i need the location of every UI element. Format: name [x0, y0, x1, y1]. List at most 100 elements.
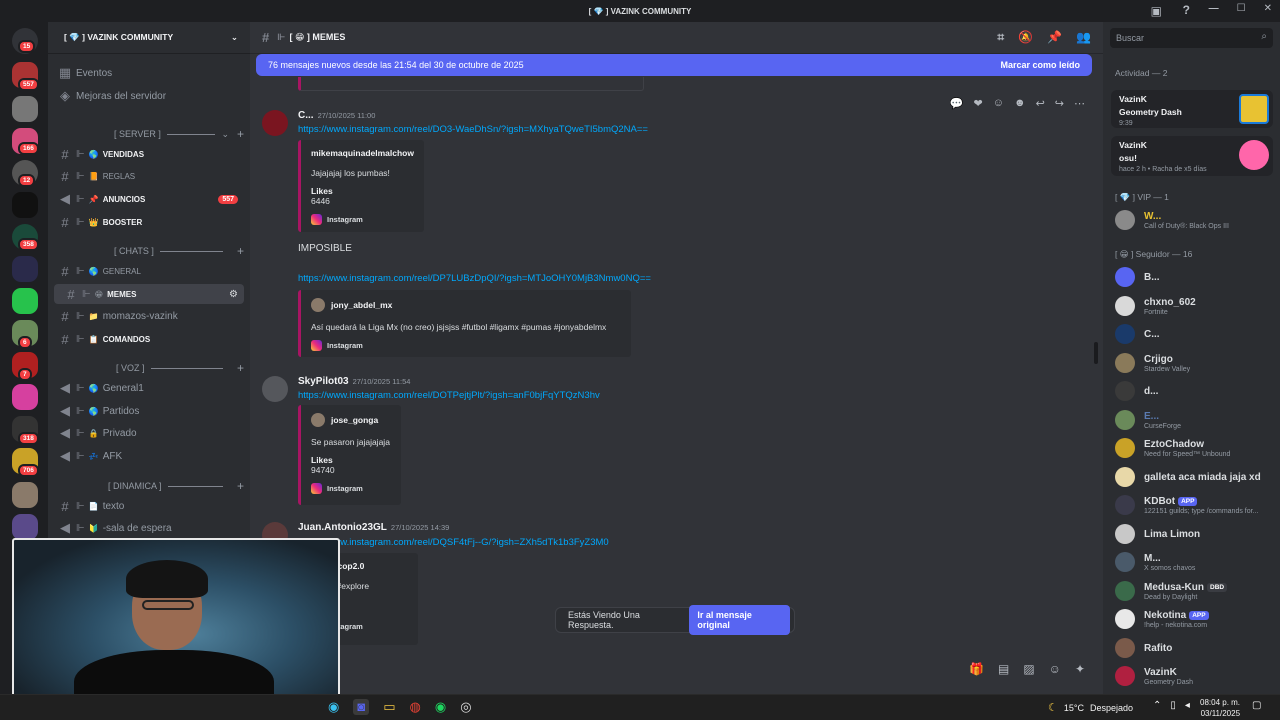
heart-icon[interactable]: ❤ — [974, 97, 983, 110]
minimize-icon[interactable]: — — [1209, 3, 1219, 14]
category-chats[interactable]: [ CHATS ] + — [58, 243, 244, 259]
network-icon[interactable]: ▯ — [1170, 700, 1176, 711]
emoji-picker-icon[interactable]: ☺ — [1049, 662, 1061, 676]
channel-texto[interactable]: # ⊩ 📄 texto — [48, 496, 250, 516]
add-channel-icon[interactable]: + — [237, 127, 244, 141]
sidebar-item-boosts[interactable]: ◈ Mejoras del servidor — [48, 86, 250, 106]
embed-author[interactable]: jose_gonga — [331, 415, 378, 425]
forward-icon[interactable]: ↪ — [1055, 97, 1064, 110]
channel-vendidas[interactable]: # ⊩ 🌎 VENDIDAS — [48, 144, 250, 164]
system-clock[interactable]: 08:04 p. m. 03/11/2025 — [1200, 697, 1240, 719]
reaction-icon[interactable]: 💬 — [950, 97, 964, 110]
scrollbar[interactable] — [1094, 342, 1098, 364]
guild-icon[interactable] — [12, 514, 38, 540]
maximize-icon[interactable]: ☐ — [1237, 3, 1246, 14]
member-item[interactable]: M... X somos chavos — [1115, 550, 1275, 574]
add-reaction-icon[interactable]: ☻ — [1014, 97, 1026, 110]
channel-comandos[interactable]: # ⊩ 📋 COMANDOS — [48, 329, 250, 349]
voice-channel-partidos[interactable]: ◀ ⊩ 🌎 Partidos — [48, 401, 250, 421]
chrome-icon[interactable]: ◍ — [410, 699, 421, 715]
member-item[interactable]: KDBot APP 122151 guilds; type /commands fo… — [1115, 493, 1275, 517]
gift-icon[interactable]: 🎁 — [969, 662, 984, 676]
embed-author[interactable]: mikemaquinadelmalchow — [311, 148, 414, 158]
channel-memes[interactable]: # ⊩ 😁 MEMES ⚙ — [54, 284, 244, 304]
member-item[interactable]: chxno_602 Fortnite — [1115, 294, 1275, 318]
category-voz[interactable]: [ VOZ ] + — [58, 360, 244, 376]
message-link[interactable]: https://www.instagram.com/reel/DP7LUBzDp… — [298, 273, 651, 284]
activity-card[interactable]: VazinK osu! hace 2 h • Racha de x5 días — [1111, 136, 1273, 176]
channel-general[interactable]: # ⊩ 🌎 GENERAL — [48, 261, 250, 281]
edge-icon[interactable]: ◉ — [328, 699, 339, 715]
message-author[interactable]: SkyPilot03 27/10/2025 11:54 — [298, 376, 410, 387]
new-messages-bar[interactable]: 76 mensajes nuevos desde las 21:54 del 3… — [256, 54, 1092, 76]
mark-as-read-button[interactable]: Marcar como leído — [1000, 60, 1080, 70]
channel-anuncios[interactable]: ◀ ⊩ 📌 ANUNCIOS 557 — [48, 189, 250, 209]
message-link[interactable]: https://www.instagram.com/reel/DOTPejtjP… — [298, 390, 600, 401]
add-channel-icon[interactable]: + — [237, 361, 244, 375]
voice-channel-sala-de-espera[interactable]: ◀ ⊩ 🔰 -sala de espera — [48, 518, 250, 538]
channel-reglas[interactable]: # ⊩ 📙 REGLAS — [48, 166, 250, 186]
channel-booster[interactable]: # ⊩ 👑 BOOSTER — [48, 212, 250, 232]
guild-icon[interactable] — [12, 256, 38, 282]
voice-channel-afk[interactable]: ◀ ⊩ 💤 AFK — [48, 446, 250, 466]
member-item[interactable]: Nekotina APP !help - nekotina.com — [1115, 607, 1275, 631]
spotify-icon[interactable]: ◉ — [435, 699, 446, 715]
avatar[interactable] — [262, 110, 288, 136]
author-name[interactable]: Juan.Antonio23GL — [298, 522, 387, 533]
close-icon[interactable]: ✕ — [1264, 3, 1272, 14]
voice-channel-privado[interactable]: ◀ ⊩ 🔒 Privado — [48, 423, 250, 443]
guild-icon[interactable] — [12, 482, 38, 508]
pin-icon[interactable]: 📌 — [1047, 30, 1062, 45]
member-item[interactable]: VazinK Geometry Dash — [1115, 664, 1275, 688]
message-author[interactable]: C... 27/10/2025 11:00 — [298, 110, 375, 121]
notification-bell-icon[interactable]: 🔕 — [1018, 30, 1033, 45]
guild-icon[interactable] — [12, 192, 38, 218]
discord-icon[interactable]: ◙ — [353, 699, 370, 715]
volume-icon[interactable]: ◂ — [1185, 700, 1190, 711]
search-input[interactable]: Buscar ⌕ — [1110, 28, 1273, 48]
guild-icon[interactable] — [12, 384, 38, 410]
member-list-icon[interactable]: 👥 — [1076, 30, 1091, 45]
chevron-up-icon[interactable]: ⌃ — [1153, 700, 1161, 711]
sidebar-item-events[interactable]: ▦ Eventos — [48, 63, 250, 83]
member-item[interactable]: Lima Limon — [1115, 522, 1275, 546]
apps-icon[interactable]: ✦ — [1075, 662, 1085, 676]
weather-widget[interactable]: ☾ 15°C Despejado — [1048, 701, 1133, 714]
member-item[interactable]: Rafito — [1115, 636, 1275, 660]
guild-icon[interactable] — [12, 288, 38, 314]
notifications-icon[interactable]: ▢ — [1252, 700, 1261, 711]
member-item[interactable]: d... — [1115, 379, 1275, 403]
avatar[interactable] — [262, 376, 288, 402]
more-options-icon[interactable]: ⋯ — [1074, 97, 1085, 110]
activity-card[interactable]: VazinK Geometry Dash 9:39 — [1111, 90, 1273, 128]
member-item[interactable]: Crjigo Stardew Valley — [1115, 351, 1275, 375]
reply-icon[interactable]: ↩ — [1036, 97, 1045, 110]
member-item[interactable]: Medusa-Kun DBD Dead by Daylight — [1115, 579, 1275, 603]
member-item[interactable]: W... Call of Duty®: Black Ops III — [1115, 208, 1275, 232]
member-item[interactable]: galleta aca miada jaja xd — [1115, 465, 1275, 489]
add-channel-icon[interactable]: + — [237, 479, 244, 493]
category-dinamica[interactable]: [ DINAMICA ] + — [58, 478, 244, 494]
message-author[interactable]: Juan.Antonio23GL 27/10/2025 14:39 — [298, 522, 449, 533]
member-item[interactable]: E... CurseForge — [1115, 408, 1275, 432]
channel-momazos-vazink[interactable]: # ⊩ 📁 momazos-vazink — [48, 306, 250, 326]
member-item[interactable]: C... — [1115, 322, 1275, 346]
voice-channel-general1[interactable]: ◀ ⊩ 🌎 General1 — [48, 378, 250, 398]
add-channel-icon[interactable]: + — [237, 244, 244, 258]
settings-icon[interactable]: ⚙ — [229, 289, 238, 300]
sticker-icon[interactable]: ▨ — [1023, 662, 1034, 676]
gif-icon[interactable]: ▤ — [998, 662, 1009, 676]
jump-to-original-button[interactable]: Ir al mensaje original — [689, 605, 790, 635]
message-link[interactable]: https://www.instagram.com/reel/DQSF4tFj-… — [298, 537, 609, 548]
server-header[interactable]: [ 💎 ] VAZINK COMMUNITY ⌄ — [48, 22, 250, 54]
message-link[interactable]: https://www.instagram.com/reel/DO3-WaeDh… — [298, 124, 648, 135]
category-server[interactable]: [ SERVER ] ⌄ + — [58, 126, 244, 142]
inbox-icon[interactable]: ▣ — [1151, 4, 1162, 18]
guild-icon[interactable] — [12, 96, 38, 122]
embed-author[interactable]: jony_abdel_mx — [331, 300, 392, 310]
author-name[interactable]: SkyPilot03 — [298, 376, 349, 387]
member-item[interactable]: EztoChadow Need for Speed™ Unbound — [1115, 436, 1275, 460]
emoji-icon[interactable]: ☺ — [993, 97, 1004, 110]
file-explorer-icon[interactable]: ▭ — [383, 699, 395, 715]
obs-icon[interactable]: ◎ — [460, 699, 471, 715]
